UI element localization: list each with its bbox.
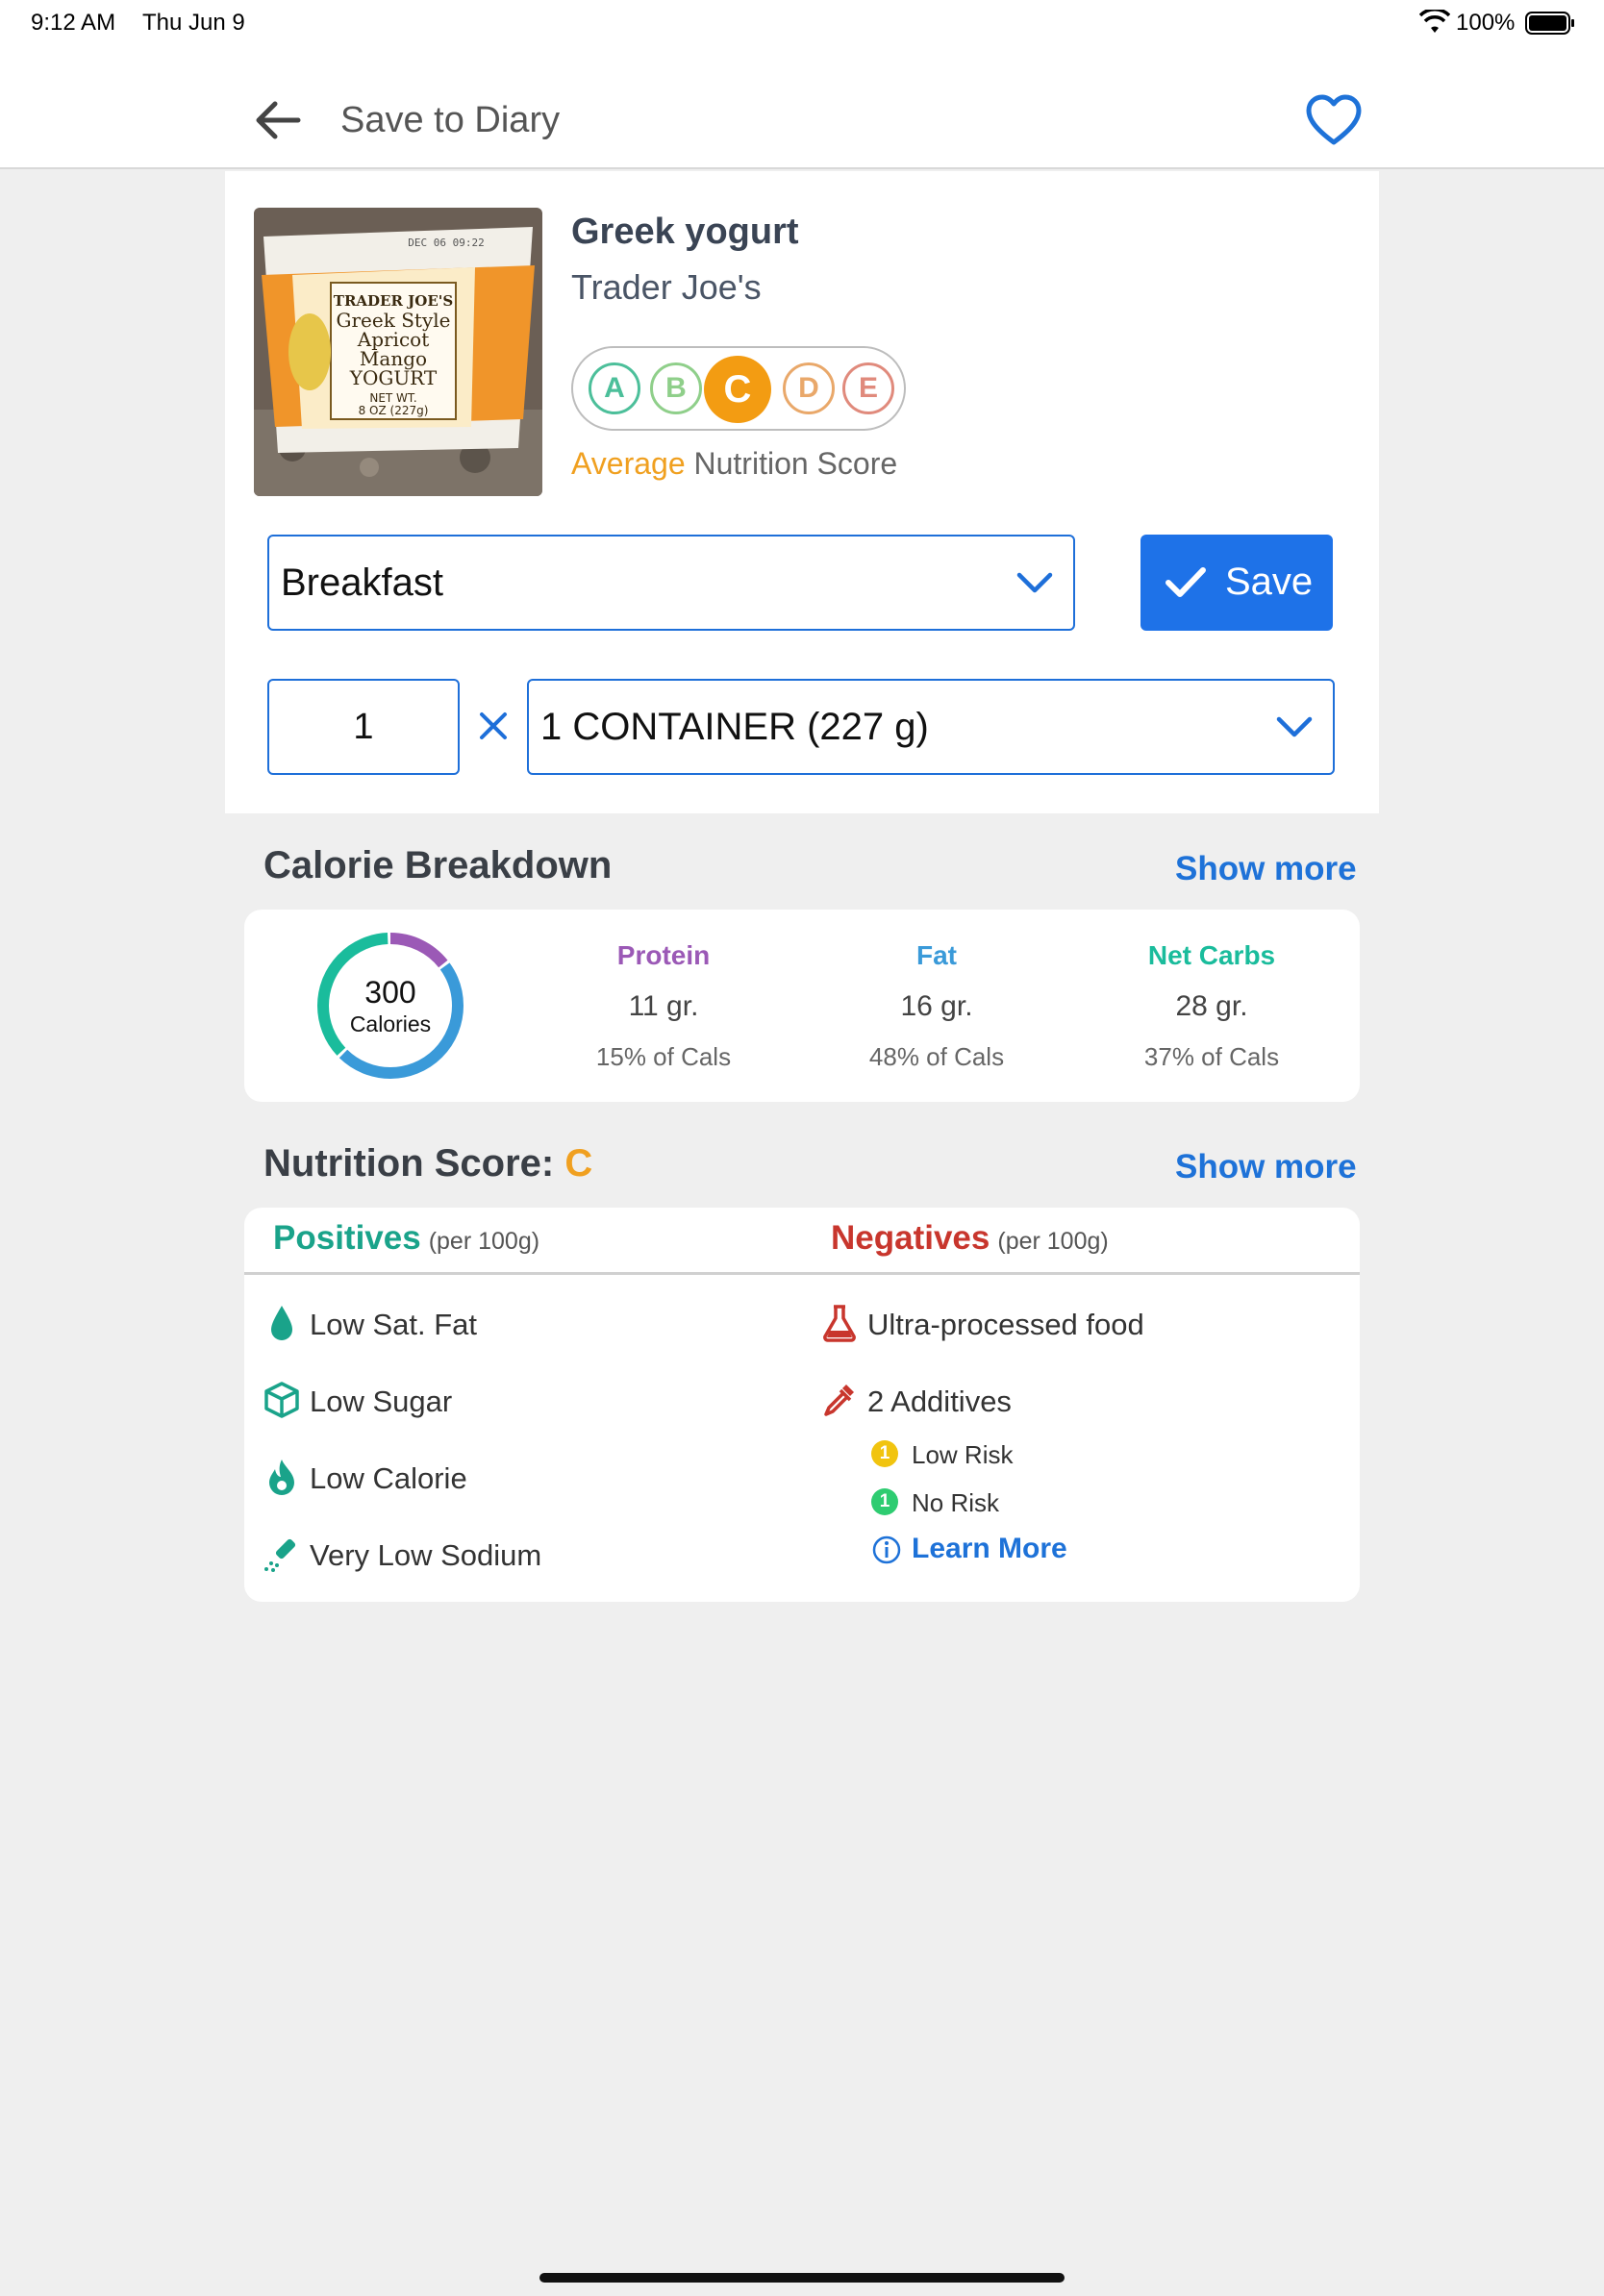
macro-name: Net Carbs <box>1147 940 1276 970</box>
save-button[interactable]: Save <box>1140 535 1333 631</box>
battery-icon <box>1525 12 1574 35</box>
macro-grams: 11 gr. <box>628 990 699 1022</box>
status-date: Thu Jun 9 <box>142 10 245 36</box>
food-brand: Trader Joe's <box>571 267 762 307</box>
macro-grams: 28 gr. <box>1175 990 1248 1022</box>
nutrition-score-card: Positives (per 100g) Negatives (per 100g) … <box>244 1208 1360 1602</box>
food-photo: TRADER JOE'S Greek Style Apricot Mango Y… <box>254 208 542 496</box>
food-entry-panel: TRADER JOE'S Greek Style Apricot Mango Y… <box>225 171 1379 813</box>
calorie-breakdown-title: Calorie Breakdown <box>263 844 613 886</box>
positive-item: Low Sugar <box>310 1385 453 1418</box>
svg-text:TRADER JOE'S: TRADER JOE'S <box>334 292 453 310</box>
macro-fat: Fat 16 gr. 48% of Cals <box>821 940 1052 1072</box>
save-button-label: Save <box>1225 561 1314 603</box>
per-100g-label: (per 100g) <box>428 1228 540 1255</box>
macro-net-carbs: Net Carbs 28 gr. 37% of Cals <box>1096 940 1327 1072</box>
svg-text:YOGURT: YOGURT <box>349 366 438 389</box>
macro-protein: Protein 11 gr. 15% of Cals <box>548 940 779 1072</box>
negative-item: 2 Additives <box>867 1385 1012 1418</box>
negatives-heading: Negatives (per 100g) <box>831 1219 1109 1258</box>
svg-text:NET WT.: NET WT. <box>369 391 416 405</box>
page-title: Save to Diary <box>340 100 561 140</box>
score-word: Average <box>571 446 686 481</box>
nutrition-score-summary: Average Nutrition Score <box>571 446 897 482</box>
calorie-total-label: Calories <box>349 1011 432 1036</box>
food-name: Greek yogurt <box>571 212 799 252</box>
flame-icon <box>269 1460 294 1495</box>
positive-item: Low Calorie <box>310 1461 467 1495</box>
flask-icon <box>823 1305 856 1342</box>
grade-a: A <box>589 362 640 414</box>
grade-c-selected: C <box>704 356 771 423</box>
macro-percent: 37% of Cals <box>1143 1042 1280 1071</box>
negatives-label: Negatives <box>831 1219 990 1257</box>
svg-text:8 OZ (227g): 8 OZ (227g) <box>359 404 429 417</box>
meal-select-value: Breakfast <box>281 562 443 604</box>
app-header: Save to Diary <box>0 46 1604 169</box>
macro-percent: 48% of Cals <box>868 1042 1005 1071</box>
calorie-total: 300 <box>364 975 416 1010</box>
grade-b: B <box>650 362 702 414</box>
additive-risk-label: Low Risk <box>912 1440 1014 1469</box>
heart-icon[interactable] <box>1306 94 1362 146</box>
positives-label: Positives <box>273 1219 421 1257</box>
nutrition-show-more-link[interactable]: Show more <box>1175 1148 1357 1186</box>
home-indicator[interactable] <box>539 2273 1065 2283</box>
macro-name: Protein <box>616 940 711 970</box>
nutrition-score-label: Nutrition Score: <box>263 1142 565 1185</box>
serving-unit-select[interactable]: 1 CONTAINER (227 g) <box>527 679 1335 775</box>
macro-name: Fat <box>916 940 957 970</box>
status-time: 9:12 AM <box>31 10 116 36</box>
chevron-down-icon <box>1016 572 1053 593</box>
serving-unit-value: 1 CONTAINER (227 g) <box>540 706 929 748</box>
positive-item: Very Low Sodium <box>310 1538 542 1572</box>
learn-more-link[interactable]: Learn More <box>912 1533 1067 1565</box>
macro-percent: 15% of Cals <box>595 1042 732 1071</box>
quantity-input[interactable]: 1 <box>267 679 460 775</box>
info-icon[interactable] <box>871 1535 902 1565</box>
macro-grams: 16 gr. <box>900 990 973 1022</box>
svg-text:DEC 06 09:22: DEC 06 09:22 <box>408 237 484 249</box>
nutrition-score-grade: C <box>564 1142 593 1185</box>
chevron-down-icon <box>1276 716 1313 737</box>
meal-select[interactable]: Breakfast <box>267 535 1075 631</box>
no-risk-count-badge: 1 <box>871 1488 898 1515</box>
grade-d: D <box>783 362 835 414</box>
additive-risk-label: No Risk <box>912 1488 1000 1517</box>
nutrition-score-header: Positives (per 100g) Negatives (per 100g) <box>244 1208 1360 1275</box>
positives-heading: Positives (per 100g) <box>273 1219 539 1258</box>
grade-e: E <box>842 362 894 414</box>
cube-icon <box>264 1382 299 1418</box>
negative-item: Ultra-processed food <box>867 1308 1144 1341</box>
low-risk-count-badge: 1 <box>871 1440 898 1467</box>
calorie-breakdown-card: 300 Calories Protein 11 gr. 15% of Cals … <box>244 910 1360 1102</box>
nutrition-grade-scale: A B C D E <box>571 346 906 431</box>
positive-item: Low Sat. Fat <box>310 1308 478 1341</box>
battery-percent: 100% <box>1456 10 1516 36</box>
status-bar: 9:12 AM Thu Jun 9 100% <box>0 0 1604 46</box>
multiply-icon <box>480 712 507 739</box>
nutrition-score-title: Nutrition Score: C <box>263 1142 592 1185</box>
per-100g-label: (per 100g) <box>997 1228 1109 1255</box>
salt-shaker-icon <box>264 1538 296 1572</box>
score-suffix: Nutrition Score <box>685 446 898 481</box>
wifi-icon <box>1419 10 1450 33</box>
calorie-show-more-link[interactable]: Show more <box>1175 850 1357 888</box>
checkmark-icon <box>1165 567 1206 597</box>
droplet-icon <box>271 1306 292 1340</box>
dropper-icon <box>824 1385 854 1416</box>
back-arrow-icon[interactable] <box>254 96 302 144</box>
